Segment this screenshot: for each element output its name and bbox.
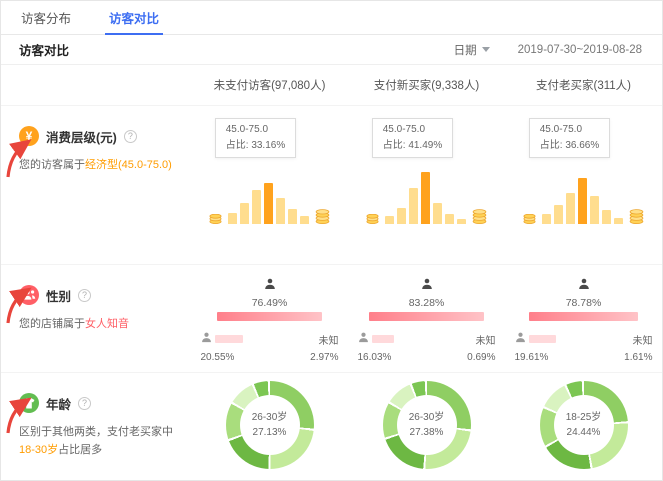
male-bar <box>529 335 556 343</box>
coin-stack-low-icon <box>209 214 222 224</box>
section-age: 年龄 ? 区别于其他两类，支付老买家中18-30岁占比居多 26-30岁 27.… <box>1 372 662 481</box>
date-filter-label: 日期 <box>454 42 477 58</box>
section-consumption-level: ¥ 消费层级(元) ? 您的访客属于经济型(45.0-75.0) 45.0-75… <box>1 105 662 264</box>
tab-visitor-distribution[interactable]: 访客分布 <box>21 1 71 34</box>
coin-stack-high-icon <box>315 209 330 224</box>
male-bar <box>372 335 394 343</box>
column-header-old-buyers: 支付老买家(311人) <box>505 77 662 93</box>
female-percent: 76.49% <box>252 297 288 309</box>
age-desc-highlight: 18-30岁 <box>19 444 58 456</box>
unknown-percent: 0.69% <box>467 352 495 363</box>
age-donut: 18-25岁 24.44% <box>540 381 628 469</box>
help-icon[interactable]: ? <box>124 130 137 143</box>
consumption-chart-old-buyers[interactable]: 45.0-75.0 占比: 36.66% <box>505 106 662 264</box>
range-tooltip: 45.0-75.0 占比: 33.16% <box>215 118 296 158</box>
panel-header: 访客对比 日期 2019-07-30~2019-08-28 <box>1 35 662 65</box>
date-range-value[interactable]: 2019-07-30~2019-08-28 <box>518 44 642 56</box>
gender-chart-old-buyers[interactable]: 78.78% 未知 19.61% 1.61% <box>505 265 662 372</box>
male-percent: 19.61% <box>515 352 549 363</box>
coin-stack-low-icon <box>366 214 379 224</box>
donut-center-label: 26-30岁 27.38% <box>397 395 457 455</box>
help-icon[interactable]: ? <box>78 397 91 410</box>
consumption-chart-new-buyers[interactable]: 45.0-75.0 占比: 41.49% <box>348 106 505 264</box>
consumption-chart-unpaid[interactable]: 45.0-75.0 占比: 33.16% <box>191 106 348 264</box>
age-chart-unpaid[interactable]: 26-30岁 27.13% <box>191 373 348 481</box>
female-bar <box>217 312 323 321</box>
consumption-title: 消费层级(元) <box>46 127 117 146</box>
female-percent: 83.28% <box>409 297 445 309</box>
female-percent: 78.78% <box>566 297 602 309</box>
consumption-desc-highlight: 经济型(45.0-75.0) <box>85 159 172 171</box>
gender-chart-new-buyers[interactable]: 83.28% 未知 16.03% 0.69% <box>348 265 505 372</box>
male-bar <box>215 335 243 343</box>
gender-people-icon <box>19 285 39 305</box>
age-chart-new-buyers[interactable]: 26-30岁 27.38% <box>348 373 505 481</box>
page-title: 访客对比 <box>19 40 69 59</box>
date-filter-area: 日期 2019-07-30~2019-08-28 <box>454 42 642 58</box>
coin-stack-high-icon <box>629 209 644 224</box>
male-icon <box>358 330 369 348</box>
age-shirt-icon <box>19 393 39 413</box>
range-tooltip: 45.0-75.0 占比: 36.66% <box>529 118 610 158</box>
column-header-row: 未支付访客(97,080人) 支付新买家(9,338人) 支付老买家(311人) <box>1 65 662 105</box>
consumption-desc: 您的访客属于经济型(45.0-75.0) <box>19 156 175 174</box>
unknown-label: 未知 <box>633 332 653 347</box>
male-percent: 20.55% <box>201 352 235 363</box>
consumption-row-label: ¥ 消费层级(元) ? 您的访客属于经济型(45.0-75.0) <box>1 106 191 264</box>
gender-row-label: 性别 ? 您的店铺属于女人知音 <box>1 265 191 372</box>
age-donut: 26-30岁 27.38% <box>383 381 471 469</box>
coin-stack-high-icon <box>472 209 487 224</box>
female-icon <box>421 277 433 295</box>
male-percent: 16.03% <box>358 352 392 363</box>
column-header-new-buyers: 支付新买家(9,338人) <box>348 77 505 93</box>
coin-stack-low-icon <box>523 214 536 224</box>
consumption-bars <box>542 178 623 224</box>
age-donut: 26-30岁 27.13% <box>226 381 314 469</box>
female-icon <box>264 277 276 295</box>
donut-center-label: 26-30岁 27.13% <box>240 395 300 455</box>
consumption-bars <box>385 172 466 224</box>
unknown-label: 未知 <box>476 332 496 347</box>
unknown-percent: 2.97% <box>310 352 338 363</box>
age-chart-old-buyers[interactable]: 18-25岁 24.44% <box>505 373 662 481</box>
tab-bar: 访客分布 访客对比 <box>1 1 662 35</box>
age-row-label: 年龄 ? 区别于其他两类，支付老买家中18-30岁占比居多 <box>1 373 191 481</box>
chevron-down-icon <box>482 47 490 52</box>
consumption-bars <box>228 183 309 224</box>
male-icon <box>515 330 526 348</box>
gender-chart-unpaid[interactable]: 76.49% 未知 20.55% 2.97% <box>191 265 348 372</box>
range-tooltip: 45.0-75.0 占比: 41.49% <box>372 118 453 158</box>
gender-title: 性别 <box>46 286 71 305</box>
donut-center-label: 18-25岁 24.44% <box>554 395 614 455</box>
female-bar <box>369 312 484 321</box>
unknown-label: 未知 <box>319 332 339 347</box>
consumption-yen-icon: ¥ <box>19 126 39 146</box>
gender-desc: 您的店铺属于女人知音 <box>19 315 175 333</box>
female-icon <box>578 277 590 295</box>
help-icon[interactable]: ? <box>78 289 91 302</box>
column-header-unpaid-visitors: 未支付访客(97,080人) <box>191 77 348 93</box>
date-filter-dropdown[interactable]: 日期 <box>454 42 490 58</box>
age-title: 年龄 <box>46 394 71 413</box>
female-bar <box>529 312 638 321</box>
visitor-compare-page: 访客分布 访客对比 访客对比 日期 2019-07-30~2019-08-28 … <box>0 0 663 481</box>
male-icon <box>201 330 212 348</box>
tab-visitor-compare[interactable]: 访客对比 <box>109 1 159 34</box>
age-desc: 区别于其他两类，支付老买家中18-30岁占比居多 <box>19 423 175 459</box>
section-gender: 性别 ? 您的店铺属于女人知音 76.49% 未知 20.55% 2.97% <box>1 264 662 372</box>
gender-desc-highlight: 女人知音 <box>85 318 129 330</box>
unknown-percent: 1.61% <box>624 352 652 363</box>
